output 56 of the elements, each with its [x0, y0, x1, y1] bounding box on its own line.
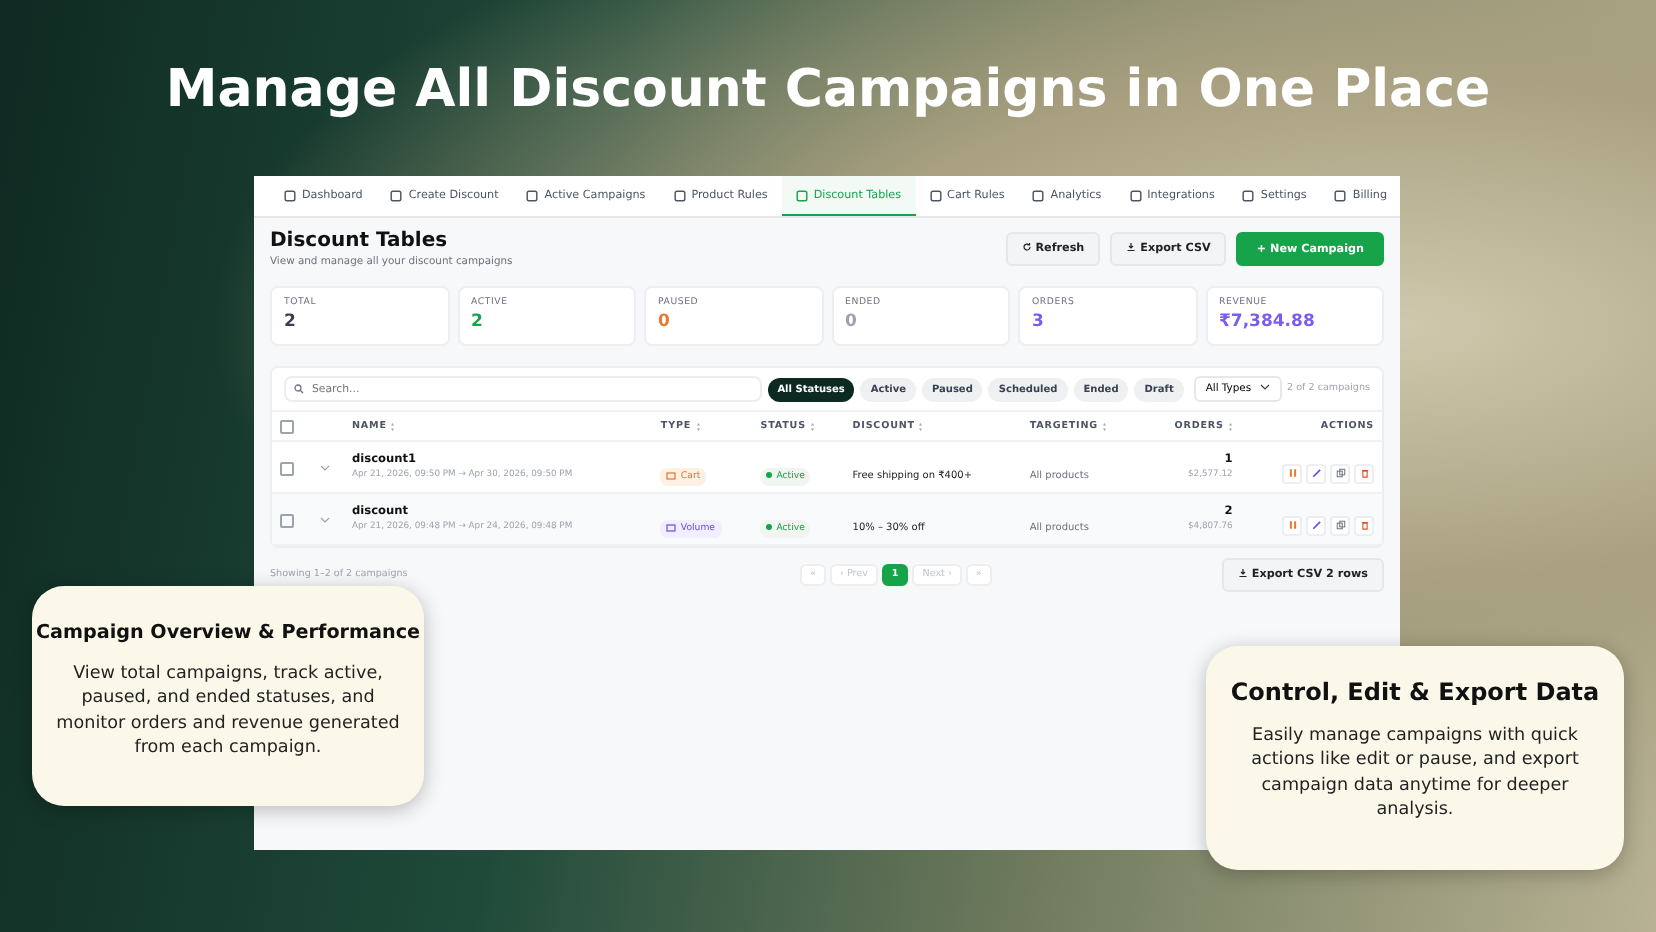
duplicate-button[interactable] — [1330, 463, 1350, 483]
copy-icon — [1335, 520, 1345, 530]
callout-text: Easily manage campaigns with quick actions like edit or pause, and export campaign data anytime for deeper analysis. — [1249, 724, 1581, 823]
stat-value: 2 — [284, 312, 298, 332]
pencil-icon — [1311, 468, 1321, 478]
headline: Manage All Discount Campaigns in One Place — [163, 58, 1493, 124]
pause-button[interactable] — [1282, 463, 1302, 483]
download-icon — [1126, 242, 1137, 253]
row-checkbox[interactable] — [280, 462, 294, 477]
edit-button[interactable] — [1306, 463, 1326, 483]
trash-icon — [1359, 520, 1369, 530]
nav-icon — [526, 189, 539, 201]
duplicate-button[interactable] — [1330, 515, 1350, 535]
page-title: Discount Tables — [270, 230, 450, 252]
sort-icon[interactable] — [1227, 421, 1233, 431]
row-checkbox[interactable] — [280, 514, 294, 529]
sort-icon[interactable] — [918, 421, 924, 431]
pause-button[interactable] — [1282, 515, 1302, 535]
status-dot-icon — [766, 471, 773, 477]
status-dot-icon — [766, 523, 773, 529]
stat-value: 3 — [1032, 312, 1046, 332]
nav-icon — [795, 189, 808, 201]
chevron-icon[interactable] — [320, 463, 330, 471]
pencil-icon — [1311, 520, 1321, 530]
callout-title: Campaign Overview & Performance — [35, 622, 421, 644]
chevron-icon[interactable] — [320, 515, 330, 523]
select-all-checkbox[interactable] — [280, 419, 294, 433]
pause-icon — [1287, 520, 1297, 530]
search-icon — [294, 384, 304, 394]
edit-button[interactable] — [1306, 515, 1326, 535]
refresh-icon — [1021, 242, 1032, 253]
nav-icon — [929, 189, 942, 201]
stat-value: 0 — [658, 312, 672, 332]
nav-icon — [284, 189, 296, 201]
delete-button[interactable] — [1354, 515, 1374, 535]
copy-icon — [1335, 468, 1345, 478]
trash-icon — [1359, 468, 1369, 478]
sort-icon[interactable] — [695, 421, 701, 431]
sort-icon[interactable] — [809, 421, 815, 431]
pause-icon — [1287, 468, 1297, 478]
callout-text: View total campaigns, track active, paused, and ended statuses, and monitor orders and revenue generated from each campaign. — [54, 662, 402, 761]
chevron-down-icon — [1259, 382, 1270, 393]
download-icon — [1237, 568, 1248, 578]
callout-title: Control, Edit & Export Data — [1230, 678, 1600, 706]
nav-icon — [390, 189, 403, 201]
stat-value: ₹7,384.88 — [1219, 312, 1317, 332]
sort-icon[interactable] — [390, 421, 396, 431]
delete-button[interactable] — [1354, 463, 1374, 483]
nav-icon — [1242, 189, 1255, 201]
stat-value: 2 — [471, 312, 485, 332]
stat-value: 0 — [845, 312, 859, 332]
nav-icon — [1129, 189, 1142, 201]
nav-icon — [673, 189, 686, 201]
nav-icon — [1334, 189, 1347, 201]
nav-icon — [1032, 189, 1045, 201]
sort-icon[interactable] — [1102, 421, 1107, 431]
